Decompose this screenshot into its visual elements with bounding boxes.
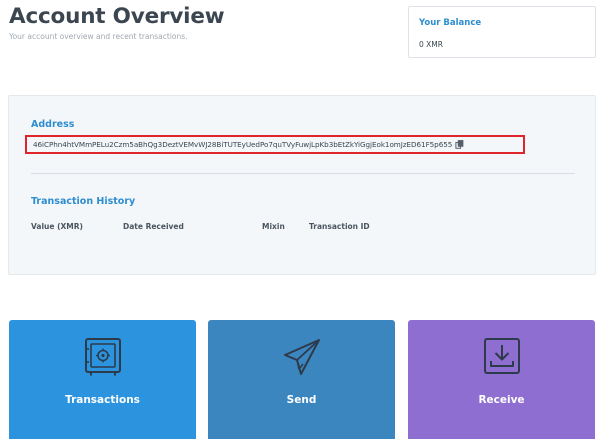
transactions-label: Transactions bbox=[65, 394, 140, 406]
balance-value: 0 XMR bbox=[419, 40, 443, 49]
column-header-date-received: Date Received bbox=[123, 222, 184, 231]
column-header-mixin: Mixin bbox=[262, 222, 285, 231]
balance-card: Your Balance 0 XMR bbox=[408, 6, 596, 58]
safe-icon bbox=[9, 337, 196, 377]
column-header-value: Value (XMR) bbox=[31, 222, 83, 231]
divider bbox=[31, 173, 575, 174]
send-label: Send bbox=[286, 394, 317, 406]
address-label: Address bbox=[31, 119, 75, 130]
transaction-history-label: Transaction History bbox=[31, 196, 136, 207]
paper-plane-icon bbox=[208, 337, 395, 377]
page-subtitle: Your account overview and recent transac… bbox=[9, 32, 188, 41]
copy-icon[interactable] bbox=[455, 140, 464, 149]
address-value[interactable]: 46iCPhn4htVMmPELu2Czm5aBhQg3DeztVEMvWJ28… bbox=[33, 140, 452, 149]
download-tray-icon bbox=[408, 337, 595, 375]
column-header-transaction-id: Transaction ID bbox=[309, 222, 370, 231]
send-button[interactable]: Send bbox=[208, 320, 395, 439]
account-overview-panel: Address 46iCPhn4htVMmPELu2Czm5aBhQg3Dezt… bbox=[8, 95, 596, 275]
balance-label: Your Balance bbox=[419, 18, 482, 28]
receive-button[interactable]: Receive bbox=[408, 320, 595, 439]
receive-label: Receive bbox=[478, 394, 525, 406]
page-title: Account Overview bbox=[9, 4, 225, 29]
address-box: 46iCPhn4htVMmPELu2Czm5aBhQg3DeztVEMvWJ28… bbox=[25, 135, 525, 154]
transactions-button[interactable]: Transactions bbox=[9, 320, 196, 439]
